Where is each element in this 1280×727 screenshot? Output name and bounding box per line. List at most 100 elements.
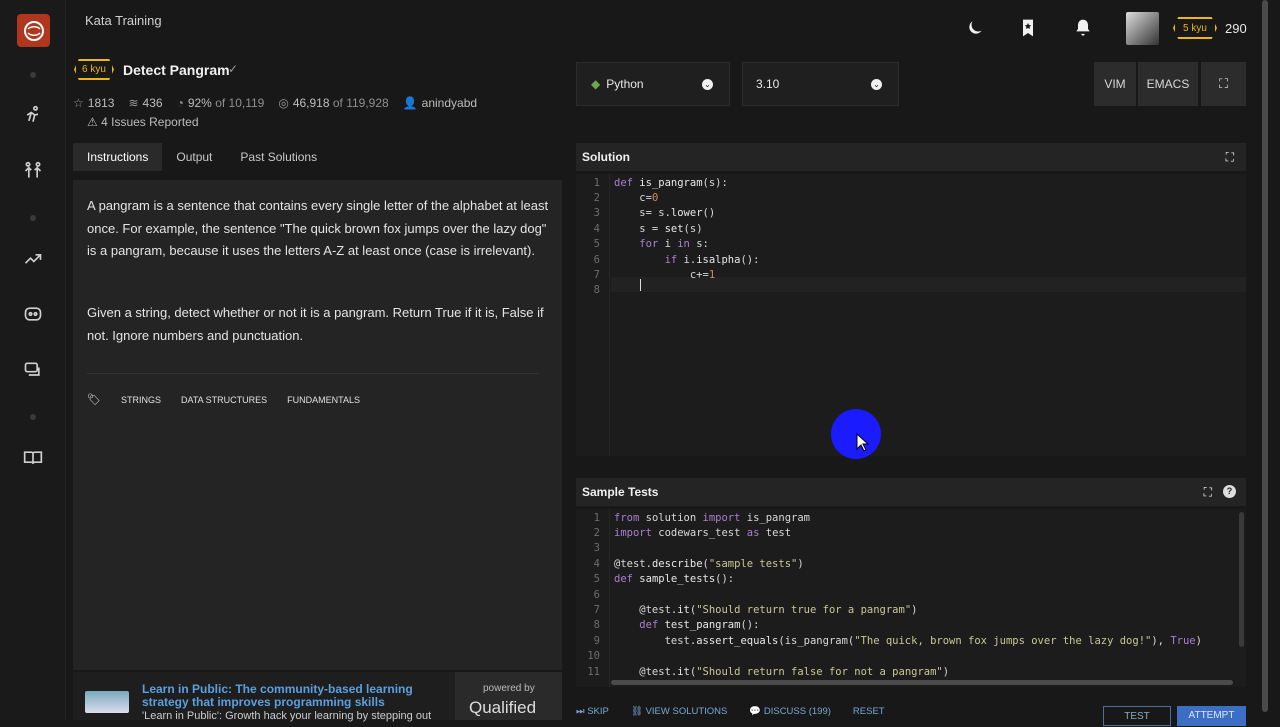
powered-by-box[interactable]: powered by Qualified (455, 672, 562, 720)
docs-book-icon[interactable] (22, 447, 44, 469)
solution-header: Solution ⛶ (576, 143, 1246, 171)
fight-icon[interactable] (22, 160, 44, 182)
tag-data-structures[interactable]: DATA STRUCTURES (181, 395, 267, 405)
tags-list: 🏷 STRINGS DATA STRUCTURES FUNDAMENTALS (87, 393, 360, 406)
line-number: 11 (587, 666, 600, 678)
author-stat[interactable]: 👤 anindyabd (403, 96, 477, 110)
tab-output[interactable]: Output (162, 143, 226, 171)
chevron-down-icon: ⌄ (871, 79, 882, 90)
practice-icon[interactable] (22, 104, 44, 126)
tag-fundamentals[interactable]: FUNDAMENTALS (287, 395, 360, 405)
line-number: 5 (593, 238, 600, 250)
line-number: 8 (593, 619, 600, 631)
warning-icon: ⚠ (87, 115, 98, 129)
satisfaction-icon: ◔ (176, 96, 184, 110)
stack-icon: ≋ (128, 96, 139, 110)
bookmark-icon[interactable] (1018, 18, 1038, 38)
view-solutions-button[interactable]: ⛓ VIEW SOLUTIONS (631, 706, 728, 717)
text-caret (640, 279, 641, 291)
reset-button[interactable]: RESET (853, 706, 885, 717)
instructions-panel: A pangram is a sentence that contains ev… (73, 180, 562, 670)
kata-stats: ☆ 1813 ≋ 436 ◔ 92% of 10,119 ◎ 46,918 of 119… (73, 96, 477, 110)
kata-title: Detect Pangram (123, 62, 230, 78)
sidebar (0, 0, 66, 720)
test-button[interactable]: TEST (1103, 706, 1171, 726)
instructions-paragraph-2: Given a string, detect whether or not it… (87, 305, 544, 343)
language-select[interactable]: ◆ Python ⌄ (576, 62, 730, 106)
sample-tests-header: Sample Tests ⛶ ? (576, 478, 1246, 506)
description-tabs: Instructions Output Past Solutions (73, 143, 562, 171)
line-number: 7 (593, 269, 600, 281)
collections-stat[interactable]: ≋ 436 (128, 96, 162, 110)
code-line: from solution import is_pangram (614, 512, 810, 524)
code-line: test.assert_equals(is_pangram("The quick… (614, 635, 1202, 647)
line-number: 5 (593, 573, 600, 585)
fullscreen-button[interactable]: ⛶ (1201, 62, 1246, 106)
stars-stat[interactable]: ☆ 1813 (73, 96, 114, 110)
line-number: 6 (593, 254, 600, 266)
attempt-button[interactable]: ATTEMPT (1177, 706, 1246, 726)
completed-check-icon: ✓ (228, 62, 239, 76)
code-line: if i.isalpha(): (664, 254, 760, 266)
user-icon: 👤 (402, 96, 418, 110)
line-number: 3 (593, 542, 600, 554)
ad-description: 'Learn in Public': Growth hack your lear… (142, 710, 432, 722)
kata-rank-badge: 6 kyu (74, 59, 114, 80)
expand-icon[interactable]: ⛶ (1204, 478, 1212, 506)
ad-thumbnail (85, 691, 129, 713)
bottom-actions: ⏭ SKIP ⛓ VIEW SOLUTIONS 💬 DISCUSS (199) … (576, 706, 885, 717)
sample-tests-editor[interactable]: 1 2 3 4 5 6 7 8 9 10 11 from solution im… (576, 509, 1246, 687)
target-icon: ◎ (278, 96, 289, 110)
discuss-button[interactable]: 💬 DISCUSS (199) (749, 706, 831, 717)
sponsored-ad[interactable]: Learn in Public: The community-based lea… (73, 672, 562, 722)
tests-horizontal-scrollbar[interactable] (611, 680, 1233, 685)
tests-vertical-scrollbar[interactable] (1239, 512, 1244, 647)
line-number: 10 (587, 650, 600, 662)
version-select[interactable]: 3.10 ⌄ (742, 62, 899, 106)
user-avatar[interactable] (1126, 12, 1159, 45)
code-line: @test.describe("sample tests") (614, 558, 804, 570)
vim-mode-button[interactable]: VIM (1094, 62, 1136, 106)
sidebar-divider-dot (30, 72, 36, 78)
ad-title[interactable]: Learn in Public: The community-based lea… (142, 683, 452, 709)
dark-mode-moon-icon[interactable] (965, 18, 985, 38)
line-number: 6 (593, 589, 600, 601)
discuss-icon[interactable] (22, 359, 44, 381)
python-icon: ◆ (591, 77, 601, 91)
fullscreen-icon: ⛶ (1218, 76, 1229, 91)
code-line: for i in s: (639, 238, 709, 250)
mouse-pointer-icon (856, 433, 870, 452)
issues-reported[interactable]: ⚠ 4 Issues Reported (87, 115, 199, 129)
completed-stat: ◎ 46,918 of 119,928 (278, 96, 389, 110)
emacs-mode-button[interactable]: EMACS (1138, 62, 1198, 106)
tag-strings[interactable]: STRINGS (121, 395, 161, 405)
code-line: def test_pangram(): (639, 619, 760, 631)
powered-by-label: powered by (483, 683, 535, 694)
satisfaction-stat: ◔ 92% of 10,119 (176, 96, 265, 110)
tab-instructions[interactable]: Instructions (73, 143, 163, 171)
chevron-down-icon: ⌄ (702, 79, 713, 90)
instructions-paragraph-1: A pangram is a sentence that contains ev… (87, 198, 549, 258)
sidebar-divider-dot (30, 215, 36, 221)
skip-button[interactable]: ⏭ SKIP (576, 706, 609, 717)
codewars-logo-icon (23, 20, 44, 41)
line-number: 1 (593, 512, 600, 524)
expand-icon[interactable]: ⛶ (1226, 143, 1234, 171)
star-icon: ☆ (73, 96, 84, 110)
help-icon[interactable]: ? (1223, 485, 1236, 498)
tab-past-solutions[interactable]: Past Solutions (226, 143, 331, 171)
solution-editor[interactable]: 1 2 3 4 5 6 7 8 def is_pangram(s): c=0 s… (576, 174, 1246, 456)
code-line: c=0 (614, 192, 659, 204)
notifications-bell-icon[interactable] (1073, 18, 1093, 38)
line-number: 4 (593, 223, 600, 235)
discord-icon[interactable] (22, 303, 44, 325)
line-number: 1 (593, 177, 600, 189)
line-number: 4 (593, 558, 600, 570)
page-scrollbar[interactable] (1262, 0, 1268, 712)
divider (87, 373, 539, 374)
line-number: 2 (593, 527, 600, 539)
leaderboard-trend-icon[interactable] (22, 248, 44, 270)
page-section-title: Kata Training (85, 13, 162, 28)
codewars-logo[interactable] (17, 14, 50, 47)
tag-icon: 🏷 (87, 394, 101, 406)
